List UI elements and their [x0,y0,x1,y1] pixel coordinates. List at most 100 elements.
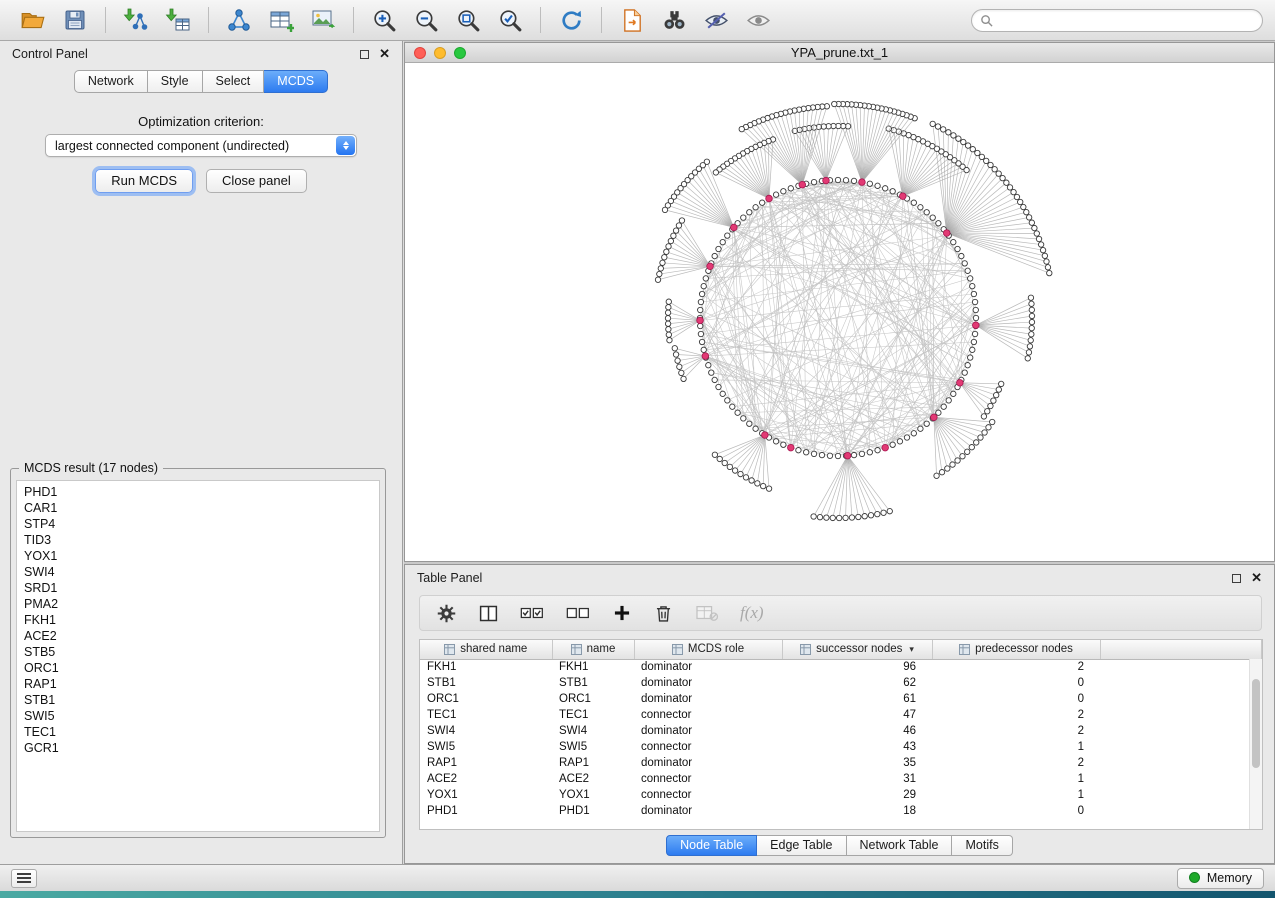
mcds-result-item[interactable]: TEC1 [24,724,379,740]
mcds-result-item[interactable]: SRD1 [24,580,379,596]
import-network-from-file-icon[interactable] [120,4,152,36]
column-grid-icon [959,644,970,655]
table-header-row: shared name name [420,640,1262,659]
close-panel-icon[interactable]: ✕ [1251,573,1262,583]
mcds-result-item[interactable]: ORC1 [24,660,379,676]
tab-select[interactable]: Select [203,70,265,93]
new-network-icon[interactable] [223,4,255,36]
table-row[interactable]: ACE2ACE2connector311 [420,771,1262,787]
toolbar-separator [601,7,602,33]
tab-network[interactable]: Network [74,70,148,93]
show-all-icon[interactable] [742,4,774,36]
right-workspace: YPA_prune.txt_1 Table Panel ✕ [404,41,1275,864]
toolbar-separator [105,7,106,33]
node-table: shared name name [420,640,1262,819]
memory-label: Memory [1207,871,1252,885]
global-search-field[interactable] [971,9,1263,32]
mcds-result-item[interactable]: RAP1 [24,676,379,692]
open-file-icon[interactable] [17,4,49,36]
deselect-all-rows-icon[interactable] [566,603,591,623]
mcds-result-item[interactable]: CAR1 [24,500,379,516]
tab-style[interactable]: Style [148,70,203,93]
mcds-result-item[interactable]: PMA2 [24,596,379,612]
network-canvas[interactable] [405,63,1274,561]
mcds-result-item[interactable]: YOX1 [24,548,379,564]
zoom-selected-icon[interactable] [494,4,526,36]
column-header-shared-name[interactable]: shared name [420,640,552,659]
mcds-result-item[interactable]: ACE2 [24,628,379,644]
table-vertical-scrollbar[interactable] [1249,659,1262,829]
new-table-icon[interactable] [265,4,297,36]
tab-network-table[interactable]: Network Table [847,835,953,856]
table-panel: Table Panel ✕ [404,564,1275,864]
mcds-result-item[interactable]: SWI4 [24,564,379,580]
hide-selected-icon[interactable] [700,4,732,36]
mcds-result-item[interactable]: PHD1 [24,484,379,500]
refresh-view-icon[interactable] [555,4,587,36]
table-row[interactable]: SWI4SWI4dominator462 [420,723,1262,739]
close-panel-button[interactable]: Close panel [206,169,307,193]
close-panel-icon[interactable]: ✕ [379,49,390,59]
toolbar-separator [540,7,541,33]
table-settings-gear-icon[interactable] [436,603,457,624]
export-image-icon[interactable] [307,4,339,36]
optimization-criterion-label: Optimization criterion: [0,114,402,129]
scrollbar-thumb[interactable] [1252,679,1260,767]
table-row[interactable]: STB1STB1dominator620 [420,675,1262,691]
toolbar-separator [353,7,354,33]
table-row[interactable]: FKH1FKH1dominator962 [420,659,1262,675]
column-header-mcds-role[interactable]: MCDS role [634,640,782,659]
node-table-container: shared name name [419,639,1263,830]
column-header-predecessor-nodes[interactable]: predecessor nodes [932,640,1100,659]
mcds-result-item[interactable]: STB1 [24,692,379,708]
column-header-successor-nodes[interactable]: successor nodes ▾ [782,640,932,659]
table-row[interactable]: SWI5SWI5connector431 [420,739,1262,755]
mcds-result-list[interactable]: PHD1CAR1STP4TID3YOX1SWI4SRD1PMA2FKH1ACE2… [16,480,380,832]
mcds-result-item[interactable]: GCR1 [24,740,379,756]
mcds-result-item[interactable]: FKH1 [24,612,379,628]
tab-edge-table[interactable]: Edge Table [757,835,846,856]
mcds-result-item[interactable]: TID3 [24,532,379,548]
memory-status-icon [1189,872,1200,883]
float-panel-icon[interactable] [1232,574,1241,583]
window-maximize-icon[interactable] [454,47,466,59]
table-row[interactable]: RAP1RAP1dominator352 [420,755,1262,771]
mcds-result-item[interactable]: STB5 [24,644,379,660]
memory-button[interactable]: Memory [1177,868,1264,889]
zoom-in-icon[interactable] [368,4,400,36]
network-titlebar: YPA_prune.txt_1 [405,43,1274,63]
select-all-rows-icon[interactable] [520,603,545,623]
copy-current-style-icon[interactable] [616,4,648,36]
float-panel-icon[interactable] [360,50,369,59]
zoom-out-icon[interactable] [410,4,442,36]
mcds-result-item[interactable]: SWI5 [24,708,379,724]
table-row[interactable]: PHD1PHD1dominator180 [420,803,1262,819]
column-header-name[interactable]: name [552,640,634,659]
delete-table-icon-disabled [695,603,719,623]
mcds-result-groupbox: MCDS result (17 nodes) PHD1CAR1STP4TID3Y… [10,468,386,838]
column-grid-icon [672,644,683,655]
search-input[interactable] [993,13,1254,27]
status-menu-icon[interactable] [11,869,37,888]
mcds-result-item[interactable]: STP4 [24,516,379,532]
run-mcds-button[interactable]: Run MCDS [95,169,193,193]
optimization-criterion-select[interactable]: largest connected component (undirected) [45,134,357,157]
add-column-icon[interactable] [612,603,632,623]
table-row[interactable]: TEC1TEC1connector472 [420,707,1262,723]
table-row[interactable]: ORC1ORC1dominator610 [420,691,1262,707]
tab-node-table[interactable]: Node Table [666,835,757,856]
find-icon[interactable] [658,4,690,36]
delete-column-trash-icon[interactable] [653,603,674,624]
zoom-fit-icon[interactable] [452,4,484,36]
show-columns-icon[interactable] [478,603,499,624]
tab-mcds[interactable]: MCDS [264,70,328,93]
network-title: YPA_prune.txt_1 [405,45,1274,60]
function-builder-icon: f(x) [740,603,764,623]
window-close-icon[interactable] [414,47,426,59]
window-minimize-icon[interactable] [434,47,446,59]
save-session-icon[interactable] [59,4,91,36]
criterion-selected-value: largest connected component (undirected) [55,139,289,153]
table-row[interactable]: YOX1YOX1connector291 [420,787,1262,803]
tab-motifs[interactable]: Motifs [952,835,1012,856]
import-table-from-file-icon[interactable] [162,4,194,36]
